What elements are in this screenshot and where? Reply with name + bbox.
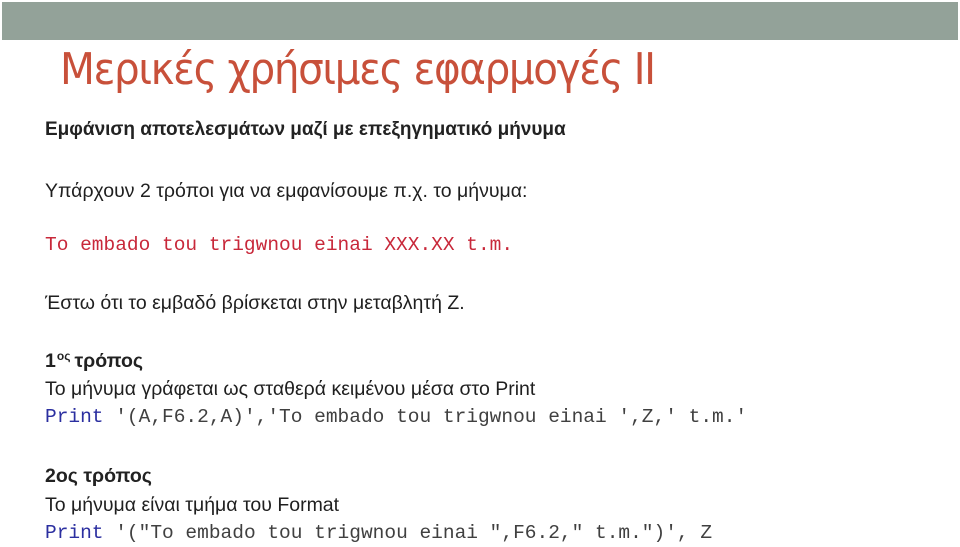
method1-code: Print '(A,F6.2,A)','To embado tou trigwn… bbox=[45, 406, 747, 428]
slide-subtitle: Εμφάνιση αποτελεσμάτων μαζί με επεξηγημα… bbox=[45, 119, 566, 140]
code-keyword-print: Print bbox=[45, 522, 104, 544]
example-message: To embado tou trigwnou einai XXX.XX t.m. bbox=[45, 234, 514, 256]
method2-heading: 2ος τρόπος bbox=[45, 465, 152, 487]
method1-ordinal-suffix: ος bbox=[56, 349, 71, 363]
method2-code: Print '("To embado tou trigwnou einai ",… bbox=[45, 522, 712, 544]
assumption-text: Έστω ότι το εμβαδό βρίσκεται στην μεταβλ… bbox=[45, 292, 465, 314]
intro-text: Υπάρχουν 2 τρόποι για να εμφανίσουμε π.χ… bbox=[45, 180, 528, 202]
code-keyword-print: Print bbox=[45, 406, 104, 428]
method1-description: Το μήνυμα γράφεται ως σταθερά κειμένου μ… bbox=[45, 378, 536, 400]
slide-title: Μερικές χρήσιμες εφαρμογές ΙΙ bbox=[60, 44, 656, 95]
code-arguments: '("To embado tou trigwnou einai ",F6.2,"… bbox=[103, 522, 713, 544]
method2-description: Το μήνυμα είναι τμήμα του Format bbox=[45, 494, 340, 516]
code-arguments: '(A,F6.2,A)','To embado tou trigwnou ein… bbox=[103, 406, 748, 428]
header-banner bbox=[2, 2, 958, 40]
method1-heading: 1ος τρόπος bbox=[45, 349, 143, 373]
method1-number: 1 bbox=[45, 350, 56, 372]
method1-word: τρόπος bbox=[74, 350, 144, 372]
